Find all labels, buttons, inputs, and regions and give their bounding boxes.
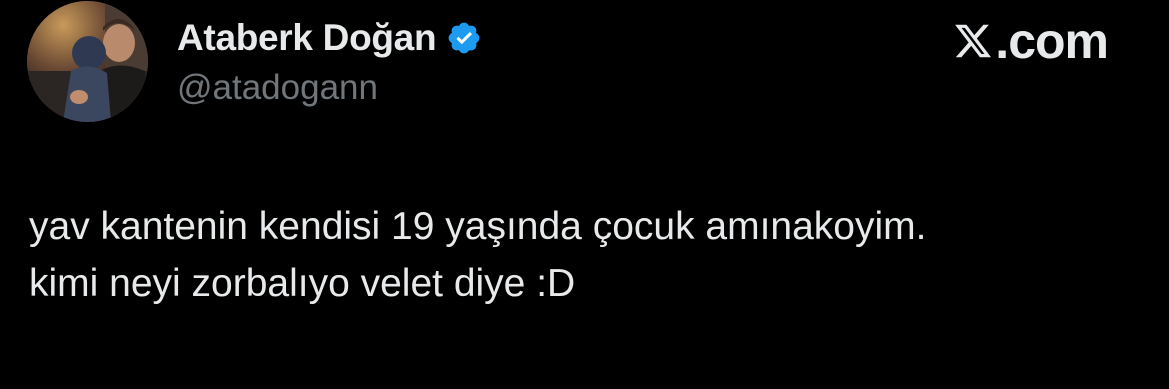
- tweet-card: Ataberk Doğan @atadogann .com yav kanten…: [0, 0, 1169, 389]
- avatar[interactable]: [27, 1, 148, 122]
- x-com-watermark: .com: [953, 13, 1109, 69]
- handle[interactable]: @atadogann: [177, 68, 378, 108]
- brand-domain-label: .com: [995, 13, 1109, 69]
- tweet-text-line: kimi neyi zorbalıyo velet diye :D: [29, 262, 576, 305]
- tweet-text-line: yav kantenin kendisi 19 yaşında çocuk am…: [29, 205, 927, 248]
- tweet-text: yav kantenin kendisi 19 yaşında çocuk am…: [29, 198, 1139, 312]
- verified-badge-icon: [446, 20, 482, 56]
- author-name-row[interactable]: Ataberk Doğan: [177, 14, 482, 62]
- x-logo-icon: [953, 21, 993, 61]
- avatar-photo: [27, 1, 148, 122]
- display-name[interactable]: Ataberk Doğan: [177, 17, 437, 59]
